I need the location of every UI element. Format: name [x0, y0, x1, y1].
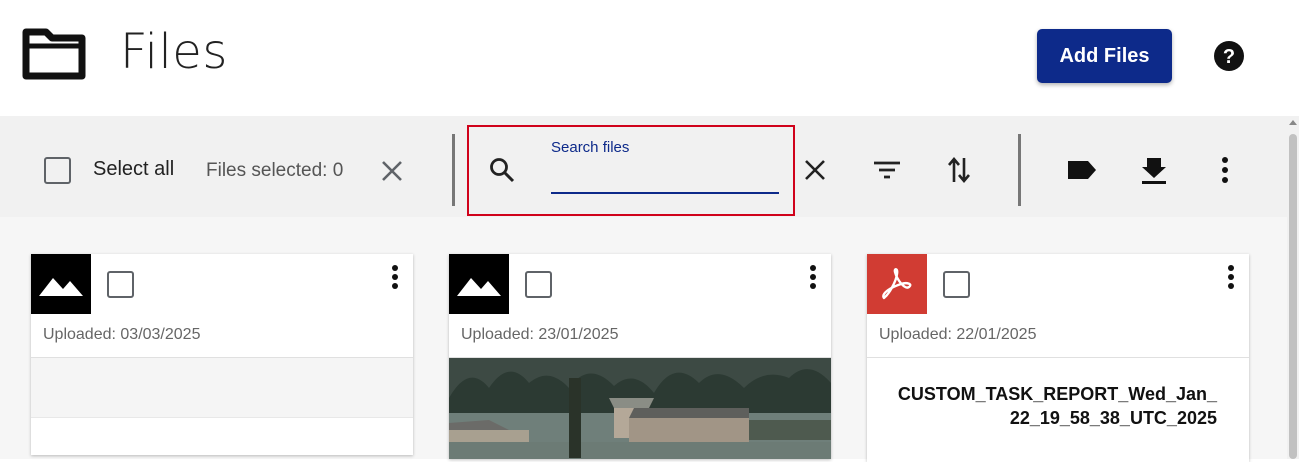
add-files-button[interactable]: Add Files	[1037, 29, 1172, 83]
scrollbar-thumb[interactable]	[1289, 134, 1297, 459]
page-title: Files	[120, 24, 228, 80]
scroll-up-arrow-icon[interactable]	[1289, 120, 1297, 125]
toolbar-divider	[452, 134, 455, 206]
search-icon	[486, 154, 518, 186]
flooded-houses-photo	[449, 358, 831, 459]
card-more-icon[interactable]	[387, 264, 403, 294]
card-more-icon[interactable]	[805, 264, 821, 294]
folder-icon	[22, 28, 86, 80]
clear-selection-icon[interactable]	[378, 157, 406, 185]
download-icon[interactable]	[1140, 154, 1168, 186]
search-input[interactable]	[551, 162, 779, 192]
more-icon[interactable]	[1216, 155, 1234, 185]
file-card[interactable]: Uploaded: 22/01/2025 CUSTOM_TASK_REPORT_…	[867, 254, 1249, 462]
select-all-checkbox[interactable]	[44, 157, 71, 184]
files-selected-count: Files selected: 0	[206, 160, 344, 181]
filter-icon[interactable]	[872, 156, 902, 184]
file-preview-footer	[31, 417, 413, 455]
help-icon[interactable]: ?	[1213, 40, 1245, 72]
image-file-icon	[449, 254, 509, 314]
file-preview[interactable]: CUSTOM_TASK_REPORT_Wed_Jan_22_19_58_38_U…	[867, 357, 1249, 462]
file-preview-image[interactable]	[449, 357, 831, 459]
file-card[interactable]: Uploaded: 23/01/2025	[449, 254, 831, 459]
upload-date: Uploaded: 23/01/2025	[461, 326, 619, 343]
toolbar-divider-2	[1018, 134, 1021, 206]
svg-text:?: ?	[1223, 46, 1235, 68]
file-checkbox[interactable]	[525, 271, 552, 298]
pdf-file-icon	[867, 254, 927, 314]
tag-icon[interactable]	[1066, 158, 1098, 182]
file-checkbox[interactable]	[943, 271, 970, 298]
sort-icon[interactable]	[944, 154, 974, 186]
search-underline	[551, 192, 779, 194]
file-checkbox[interactable]	[107, 271, 134, 298]
search-label: Search files	[551, 139, 630, 156]
card-more-icon[interactable]	[1223, 264, 1239, 294]
upload-date: Uploaded: 22/01/2025	[879, 326, 1037, 343]
file-title: CUSTOM_TASK_REPORT_Wed_Jan_22_19_58_38_U…	[897, 384, 1217, 428]
upload-date: Uploaded: 03/03/2025	[43, 326, 201, 343]
clear-search-icon[interactable]	[801, 156, 829, 184]
select-all-label: Select all	[93, 158, 175, 180]
image-file-icon	[31, 254, 91, 314]
header: Files Add Files ?	[0, 0, 1299, 116]
file-preview[interactable]	[31, 357, 413, 417]
file-card[interactable]: Uploaded: 03/03/2025	[31, 254, 413, 455]
